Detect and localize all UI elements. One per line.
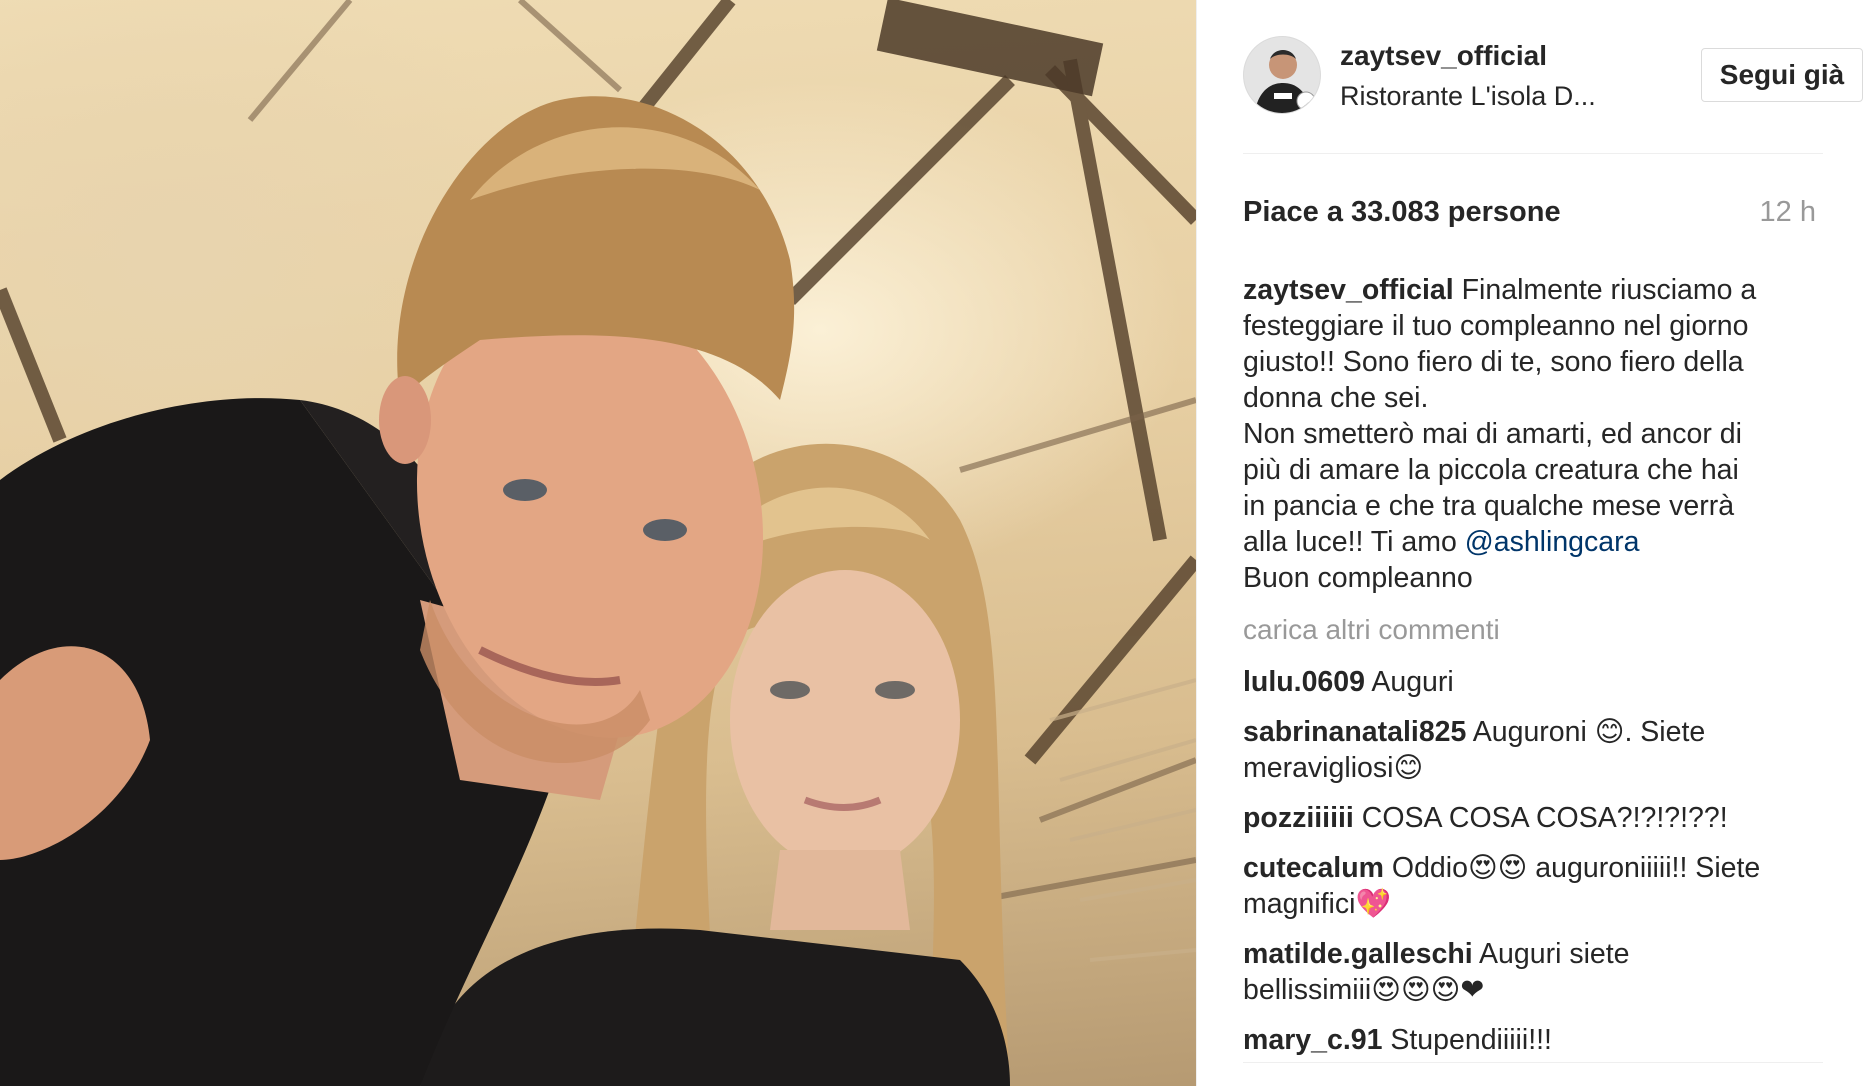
comment-text: magnifici💖 — [1243, 888, 1391, 920]
comment-username[interactable]: mary_c.91 — [1243, 1024, 1382, 1056]
avatar-image — [1244, 37, 1320, 113]
following-button[interactable]: Segui già — [1701, 48, 1863, 102]
caption-text: Non smetterò mai di amarti, ed ancor di — [1243, 418, 1742, 450]
post-time[interactable]: 12 h — [1760, 196, 1816, 229]
post-side-panel: zaytsev_official Ristorante L'isola D...… — [1196, 0, 1868, 1086]
comments-list: lulu.0609 Auguri sabrinanatali825 Auguro… — [1243, 664, 1823, 1072]
caption-mention-line: alla luce!! Ti amo @ashlingcara — [1243, 524, 1823, 560]
caption-text: donna che sei. — [1243, 382, 1429, 414]
caption-username[interactable]: zaytsev_official — [1243, 274, 1454, 306]
caption-text: giusto!! Sono fiero di te, sono fiero de… — [1243, 346, 1744, 378]
comment-username[interactable]: matilde.galleschi — [1243, 938, 1473, 970]
comment-username[interactable]: sabrinanatali825 — [1243, 716, 1466, 748]
comment-item: mary_c.91 Stupendiiiii!!! — [1243, 1022, 1823, 1058]
comment-item: sabrinanatali825 Auguroni 😊. Siete merav… — [1243, 714, 1823, 786]
comment-text: Auguroni 😊. Siete — [1472, 716, 1706, 748]
comment-item: pozziiiiii COSA COSA COSA?!?!?!??! — [1243, 800, 1823, 836]
comment-username[interactable]: pozziiiiii — [1243, 802, 1354, 834]
comment-text: Stupendiiiii!!! — [1390, 1024, 1552, 1056]
header-username[interactable]: zaytsev_official — [1340, 40, 1547, 72]
comment-text: Auguri siete — [1479, 938, 1630, 970]
caption-text: festeggiare il tuo compleanno nel giorno — [1243, 310, 1749, 342]
comment-username[interactable]: lulu.0609 — [1243, 666, 1365, 698]
avatar[interactable] — [1243, 36, 1321, 114]
post-header: zaytsev_official Ristorante L'isola D...… — [1243, 36, 1863, 154]
caption-first-line: zaytsev_official Finalmente riusciamo a — [1243, 272, 1823, 308]
comment-text: bellissimiii😍😍😍❤ — [1243, 974, 1485, 1006]
mention-link[interactable]: @ashlingcara — [1465, 526, 1640, 558]
likes-count[interactable]: Piace a 33.083 persone — [1243, 196, 1561, 229]
comment-item: lulu.0609 Auguri — [1243, 664, 1823, 700]
selfie-photo — [0, 0, 1196, 1086]
caption-text: in pancia e che tra qualche mese verrà — [1243, 490, 1735, 522]
comment-username[interactable]: cutecalum — [1243, 852, 1384, 884]
caption-text: alla luce!! Ti amo — [1243, 526, 1457, 558]
divider — [1243, 1062, 1823, 1063]
comment-text: Oddio😍😍 auguroniiiii!! Siete — [1391, 852, 1761, 884]
comment-text: COSA COSA COSA?!?!?!??! — [1361, 802, 1728, 834]
caption-text: Finalmente riusciamo a — [1461, 274, 1757, 306]
post-photo[interactable] — [0, 0, 1196, 1086]
caption-text: Buon compleanno — [1243, 562, 1473, 594]
comment-item: cutecalum Oddio😍😍 auguroniiiii!! Siete m… — [1243, 850, 1823, 922]
comment-text: Auguri — [1371, 666, 1454, 698]
load-more-comments[interactable]: carica altri commenti — [1243, 614, 1500, 646]
comment-text: meravigliosi😊 — [1243, 752, 1424, 784]
instagram-post: zaytsev_official Ristorante L'isola D...… — [0, 0, 1868, 1086]
location-link[interactable]: Ristorante L'isola D... — [1340, 81, 1596, 112]
caption: zaytsev_official Finalmente riusciamo a … — [1243, 272, 1823, 596]
caption-text: più di amare la piccola creatura che hai — [1243, 454, 1739, 486]
comment-item: matilde.galleschi Auguri siete bellissim… — [1243, 936, 1823, 1008]
